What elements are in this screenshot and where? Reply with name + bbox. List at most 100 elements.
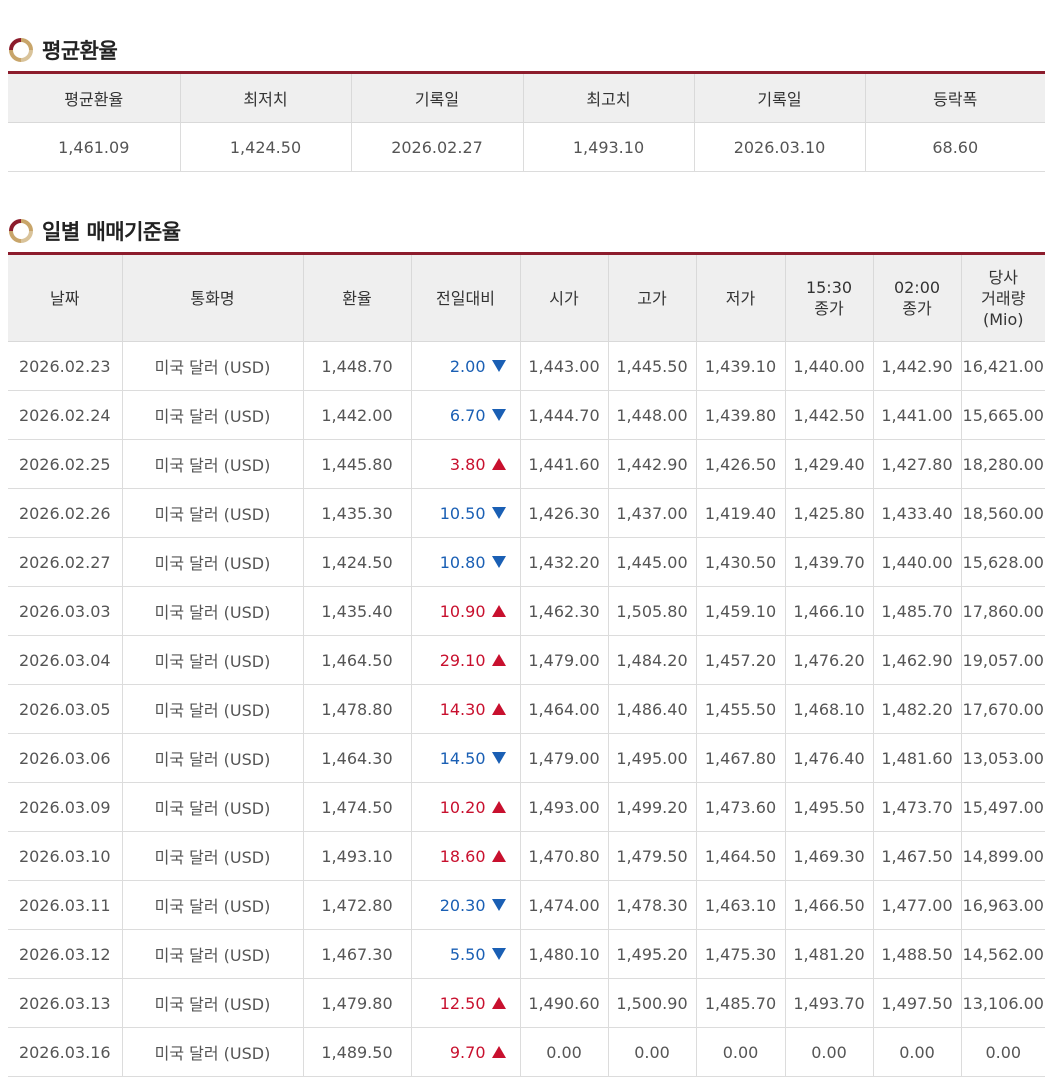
high-cell: 1,495.20 [607,929,697,979]
table-row: 2026.03.16 미국 달러 (USD) 1,489.50 9.70 0.00 0.0… [8,1027,1045,1077]
rate-cell: 1,478.80 [302,684,412,734]
close-0200-cell: 1,462.90 [872,635,962,685]
high-cell: 1,442.90 [607,439,697,489]
triangle-down-icon [491,899,506,911]
open-cell: 0.00 [519,1027,609,1077]
currency-cell: 미국 달러 (USD) [121,488,304,538]
col-header: 당사 거래량 (Mio) [960,253,1045,342]
low-cell: 1,463.10 [695,880,786,930]
col-header: 최고치 [522,72,695,123]
currency-cell: 미국 달러 (USD) [121,929,304,979]
close-0200-cell: 1,433.40 [872,488,962,538]
triangle-down-icon [491,556,506,568]
close-0200-cell: 1,485.70 [872,586,962,636]
open-cell: 1,444.70 [519,390,609,440]
table-row: 2026.03.05 미국 달러 (USD) 1,478.80 14.30 1,464.… [8,684,1045,734]
table-row: 2026.03.04 미국 달러 (USD) 1,464.50 29.10 1,479.… [8,635,1045,685]
col-header: 저가 [695,253,786,342]
close-0200-cell: 1,488.50 [872,929,962,979]
triangle-down-icon [491,360,506,372]
currency-cell: 미국 달러 (USD) [121,586,304,636]
triangle-down-icon [491,507,506,519]
change-value: 20.30 [439,895,486,915]
volume-cell: 13,053.00 [960,733,1045,783]
high-cell: 1,478.30 [607,880,697,930]
avg-rate-value: 1,461.09 [8,122,181,172]
rate-cell: 1,464.30 [302,733,412,783]
volume-cell: 17,670.00 [960,684,1045,734]
col-header: 날짜 [8,253,123,342]
close-1530-cell: 1,425.80 [784,488,874,538]
triangle-down-icon [491,409,506,421]
change-value: 29.10 [439,650,486,670]
date-cell: 2026.03.04 [8,635,123,685]
rate-cell: 1,489.50 [302,1027,412,1077]
table-row: 2026.02.26 미국 달러 (USD) 1,435.30 10.50 1,426.… [8,488,1045,538]
high-cell: 1,437.00 [607,488,697,538]
rate-cell: 1,472.80 [302,880,412,930]
min-value: 1,424.50 [179,122,352,172]
low-cell: 1,464.50 [695,831,786,881]
high-cell: 1,505.80 [607,586,697,636]
rate-cell: 1,435.40 [302,586,412,636]
low-cell: 1,457.20 [695,635,786,685]
ring-bullet-icon [8,37,34,63]
currency-cell: 미국 달러 (USD) [121,537,304,587]
close-1530-cell: 1,495.50 [784,782,874,832]
change-value: 9.70 [449,1042,486,1062]
volume-cell: 19,057.00 [960,635,1045,685]
close-1530-cell: 0.00 [784,1027,874,1077]
low-cell: 1,473.60 [695,782,786,832]
daily-section-heading: 일별 매매기준율 [42,220,181,244]
low-cell: 0.00 [695,1027,786,1077]
close-0200-cell: 1,477.00 [872,880,962,930]
table-header-row: 날짜 통화명 환율 전일대비 시가 고가 저가 15:30 종가 02:00 종가 당사 거래량 (Mio… [8,253,1045,342]
change-value: 10.50 [439,503,486,523]
date-cell: 2026.03.09 [8,782,123,832]
average-rate-table: 평균환율 최저치 기록일 최고치 기록일 등락폭 1,461.09 1,424.… [8,71,1045,172]
col-header: 기록일 [350,72,524,123]
date-cell: 2026.03.05 [8,684,123,734]
open-cell: 1,462.30 [519,586,609,636]
change-value: 10.20 [439,797,486,817]
rate-cell: 1,435.30 [302,488,412,538]
table-row: 2026.02.25 미국 달러 (USD) 1,445.80 3.80 1,441.6… [8,439,1045,489]
currency-cell: 미국 달러 (USD) [121,684,304,734]
table-row: 2026.02.24 미국 달러 (USD) 1,442.00 6.70 1,444.7… [8,390,1045,440]
open-cell: 1,479.00 [519,635,609,685]
triangle-down-icon [491,752,506,764]
change-value: 14.50 [439,748,486,768]
close-0200-cell: 0.00 [872,1027,962,1077]
change-value: 18.60 [439,846,486,866]
rate-cell: 1,445.80 [302,439,412,489]
triangle-up-icon [491,458,506,470]
close-1530-cell: 1,476.20 [784,635,874,685]
table-row: 2026.03.11 미국 달러 (USD) 1,472.80 20.30 1,474.… [8,880,1045,930]
avg-section-title: 평균환율 [8,35,118,65]
close-1530-cell: 1,466.10 [784,586,874,636]
high-cell: 1,445.00 [607,537,697,587]
close-0200-cell: 1,482.20 [872,684,962,734]
change-cell: 18.60 [410,831,521,881]
volume-cell: 15,497.00 [960,782,1045,832]
change-cell: 10.90 [410,586,521,636]
daily-section-title: 일별 매매기준율 [8,216,181,246]
date-cell: 2026.03.10 [8,831,123,881]
daily-rate-table: 날짜 통화명 환율 전일대비 시가 고가 저가 15:30 종가 02:00 종가 당사 거래량 (Mio… [8,252,1045,1077]
close-1530-cell: 1,468.10 [784,684,874,734]
open-cell: 1,470.80 [519,831,609,881]
change-cell: 3.80 [410,439,521,489]
table-row: 2026.03.03 미국 달러 (USD) 1,435.40 10.90 1,462.… [8,586,1045,636]
date-cell: 2026.03.13 [8,978,123,1028]
volume-cell: 18,280.00 [960,439,1045,489]
table-row: 2026.03.12 미국 달러 (USD) 1,467.30 5.50 1,480.1… [8,929,1045,979]
col-header: 고가 [607,253,697,342]
currency-cell: 미국 달러 (USD) [121,782,304,832]
open-cell: 1,464.00 [519,684,609,734]
close-1530-cell: 1,476.40 [784,733,874,783]
rate-cell: 1,493.10 [302,831,412,881]
change-cell: 5.50 [410,929,521,979]
volume-cell: 16,421.00 [960,341,1045,391]
change-cell: 12.50 [410,978,521,1028]
open-cell: 1,474.00 [519,880,609,930]
